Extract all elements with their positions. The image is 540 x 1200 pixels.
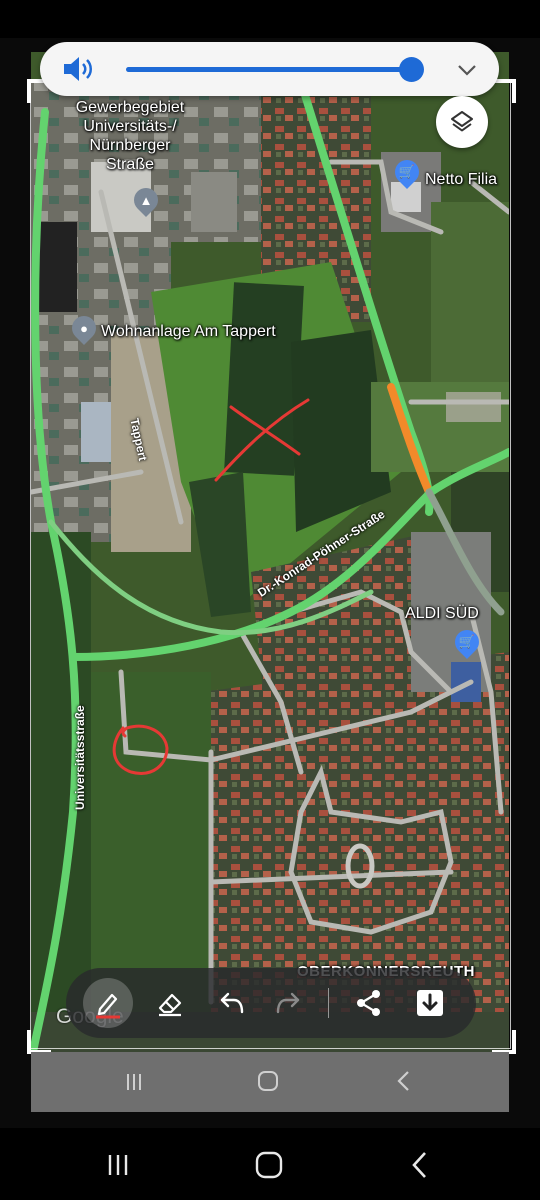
system-nav-bar (0, 1128, 540, 1200)
place-label-gewerbe[interactable]: Gewerbegebiet Universitäts-/ Nürnberger … (75, 98, 185, 174)
place-label-aldi[interactable]: ALDI SÜD (405, 604, 479, 623)
home-icon (253, 1066, 283, 1096)
place-label-wohnanlage[interactable]: Wohnanlage Am Tappert (101, 322, 276, 341)
shopping-cart-pin-icon-netto[interactable]: 🛒 (390, 155, 424, 189)
volume-slider-thumb[interactable] (399, 57, 424, 82)
shopping-cart-pin-icon-aldi[interactable]: 🛒 (450, 625, 484, 659)
eraser-tool-button[interactable] (145, 978, 195, 1028)
crop-handle-bottom-right[interactable] (492, 1030, 516, 1054)
undo-icon (220, 992, 244, 1014)
recent-apps-button[interactable] (101, 1148, 135, 1182)
crop-handle-bottom-left[interactable] (27, 1030, 51, 1054)
toolbar-divider (328, 988, 329, 1018)
undo-button[interactable] (206, 978, 256, 1028)
recent-apps-icon (119, 1068, 149, 1096)
volume-panel (40, 42, 499, 96)
layers-icon (451, 111, 473, 132)
eraser-icon (158, 993, 182, 1017)
share-icon (357, 990, 380, 1016)
map-pin-icon-wohnanlage[interactable]: ● (67, 311, 101, 345)
volume-slider-track[interactable] (126, 67, 411, 72)
redo-button[interactable] (264, 978, 314, 1028)
pen-icon (96, 993, 120, 1019)
map-pin-icon-gewerbe[interactable]: ▲ (129, 183, 163, 217)
crop-handle-top-right[interactable] (492, 79, 516, 103)
home-icon (255, 1151, 283, 1179)
save-icon (417, 990, 443, 1016)
back-button[interactable] (402, 1147, 438, 1183)
save-button[interactable] (405, 978, 455, 1028)
back-icon (389, 1066, 419, 1096)
road-label-universitaet: Universitätsstraße (73, 705, 87, 810)
home-button[interactable] (251, 1147, 287, 1183)
speaker-icon[interactable] (62, 55, 96, 83)
recent-apps-icon (108, 1155, 128, 1175)
map-imagery (31, 52, 509, 1052)
pen-tool-button[interactable] (83, 978, 133, 1028)
drawing-toolbar (66, 968, 476, 1038)
share-button[interactable] (344, 978, 394, 1028)
place-label-netto[interactable]: Netto Filia (425, 170, 497, 189)
redo-icon (276, 992, 300, 1014)
chevron-down-icon[interactable] (454, 57, 480, 83)
screenshot-nav-bar (31, 1052, 509, 1112)
satellite-map[interactable]: ▲ ● 🛒 🛒 Gewerbegebiet Universitäts-/ Nür… (31, 52, 509, 1052)
layers-button[interactable] (436, 96, 488, 148)
back-icon (412, 1152, 426, 1178)
status-bar (0, 0, 540, 38)
